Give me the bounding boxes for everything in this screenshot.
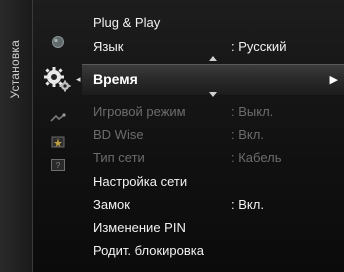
category-title: Установка: [8, 40, 22, 99]
menu-item-label: Замок: [93, 197, 130, 212]
menu-item-value: : Выкл.: [231, 104, 274, 119]
menu-item-bd-wise: BD Wise : Вкл.: [93, 125, 264, 145]
chevron-right-icon: ▶: [329, 74, 338, 86]
menu-item-label: Язык: [93, 39, 124, 54]
settings-gear-icon[interactable]: [40, 62, 74, 96]
menu-item-label: Настройка сети: [93, 174, 188, 189]
menu-item-label: Plug & Play: [93, 15, 161, 30]
picture-icon[interactable]: [46, 33, 70, 51]
input-icon[interactable]: ?: [46, 156, 70, 174]
menu-item-value: : Вкл.: [231, 127, 264, 142]
category-sidebar: Установка: [0, 0, 33, 272]
channel-icon[interactable]: [46, 134, 70, 152]
menu-item-network-type: Тип сети : Кабель: [93, 148, 281, 168]
menu-item-label: Изменение PIN: [93, 220, 186, 235]
menu-item-lock[interactable]: Замок : Вкл.: [93, 195, 264, 215]
chevron-left-icon: ◂: [76, 74, 81, 84]
menu-item-label: BD Wise: [93, 127, 144, 142]
menu-item-language[interactable]: Язык : Русский: [93, 37, 286, 57]
menu-item-network-setup[interactable]: Настройка сети: [93, 172, 187, 192]
tv-osd-menu: Установка ? ◂ ▶ Plug & Play Язык: Русск…: [0, 0, 344, 272]
menu-item-label: Время: [93, 71, 138, 87]
menu-item-parental-lock[interactable]: Родит. блокировка: [93, 241, 204, 261]
menu-item-change-pin[interactable]: Изменение PIN: [93, 218, 186, 238]
menu-item-label: Родит. блокировка: [93, 243, 204, 258]
scroll-down-icon: [209, 92, 217, 97]
svg-text:?: ?: [56, 161, 61, 170]
menu-item-game-mode: Игровой режим : Выкл.: [93, 102, 273, 122]
sound-icon[interactable]: [46, 110, 70, 128]
menu-item-plug-and-play[interactable]: Plug & Play: [93, 13, 160, 33]
menu-item-value: : Русский: [231, 39, 287, 54]
scroll-up-icon: [209, 56, 217, 61]
menu-item-time[interactable]: Время: [93, 69, 138, 89]
menu-item-label: Игровой режим: [93, 104, 186, 119]
menu-item-label: Тип сети: [93, 150, 145, 165]
category-icons: ?: [32, 0, 86, 272]
menu-item-value: : Вкл.: [231, 197, 264, 212]
menu-item-value: : Кабель: [231, 150, 282, 165]
